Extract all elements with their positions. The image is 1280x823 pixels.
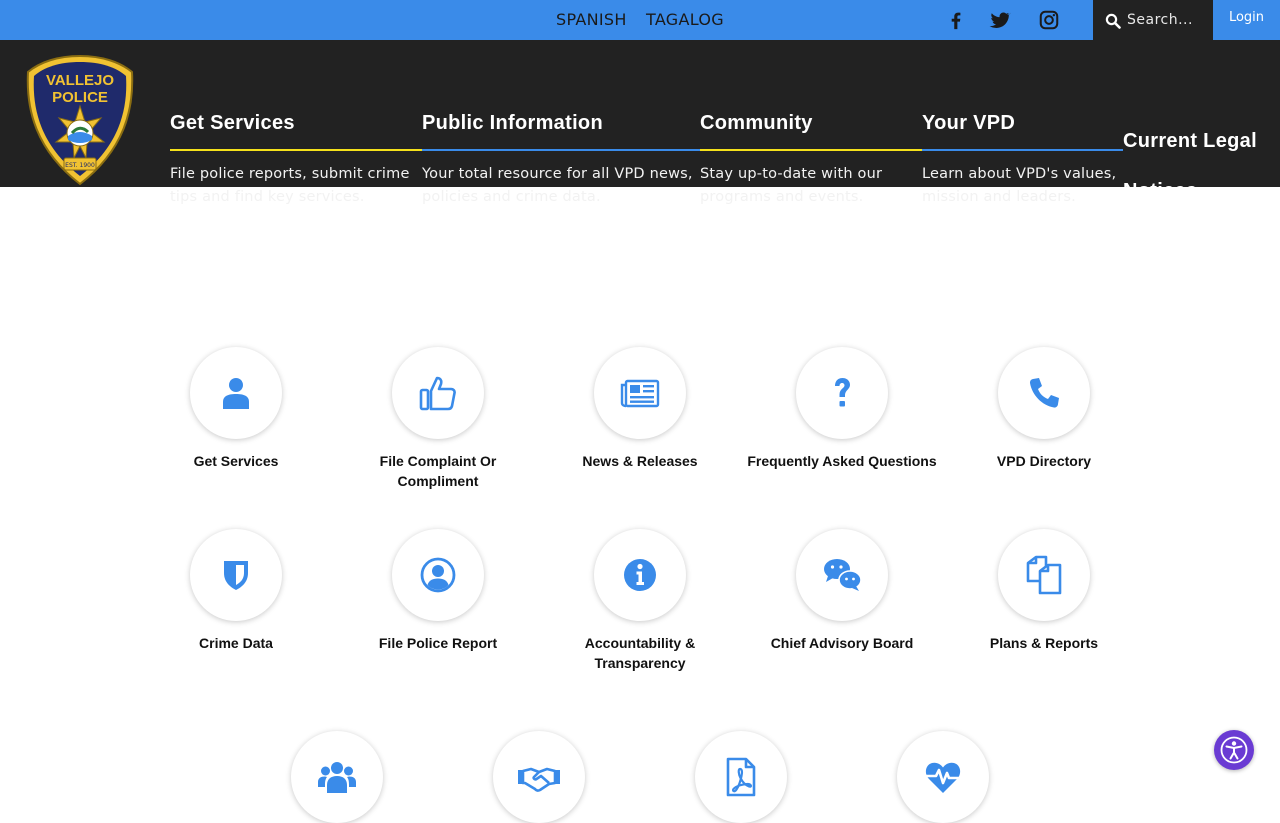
logo-text-top: VALLEJO: [46, 72, 114, 89]
tile-label[interactable]: Accountability & Transparency: [540, 633, 740, 673]
login-button[interactable]: Login: [1213, 0, 1280, 40]
tile-label[interactable]: Chief Advisory Board: [742, 633, 942, 653]
nav-item-description: Your total resource for all VPD news, po…: [422, 166, 693, 205]
tile-circle[interactable]: [695, 731, 787, 823]
tile-label[interactable]: VPD Directory: [944, 451, 1144, 471]
user-icon: [223, 378, 249, 409]
tile-circle[interactable]: [796, 529, 888, 621]
language-link-spanish[interactable]: SPANISH: [556, 10, 627, 29]
nav-item-underline: [700, 149, 922, 151]
documents-icon: [1026, 555, 1062, 595]
twitter-icon[interactable]: [989, 9, 1011, 31]
top-bar: SPANISH TAGALOG Login: [0, 0, 1280, 40]
tile-circle[interactable]: [594, 347, 686, 439]
heartbeat-icon: [923, 762, 963, 793]
pdf-icon: [726, 757, 756, 797]
tile-label[interactable]: File Complaint Or Compliment: [338, 451, 538, 491]
handshake-icon: [518, 767, 560, 792]
main-navigation: VALLEJO POLICE EST. 1900 Get Services Fi…: [0, 40, 1280, 205]
tile-label[interactable]: News & Releases: [540, 451, 740, 471]
instagram-icon[interactable]: [1038, 9, 1060, 31]
tile-label[interactable]: Frequently Asked Questions: [742, 451, 942, 471]
tile-circle[interactable]: [392, 347, 484, 439]
language-link-tagalog[interactable]: TAGALOG: [646, 10, 724, 29]
nav-item-description: Learn about VPD's values, mission and le…: [922, 166, 1117, 205]
tile-label[interactable]: Get Services: [136, 451, 336, 471]
nav-extra-line-2[interactable]: Notices: [1123, 166, 1257, 216]
nav-item-title[interactable]: Public Information: [422, 112, 700, 140]
nav-item-underline: [422, 149, 700, 151]
facebook-icon[interactable]: [945, 9, 967, 31]
tile-circle[interactable]: [998, 347, 1090, 439]
tile-circle[interactable]: [796, 347, 888, 439]
nav-item-description: Stay up-to-date with our programs and ev…: [700, 166, 883, 205]
tile-circle[interactable]: [998, 529, 1090, 621]
shield-icon: [224, 561, 248, 590]
user-circle-icon: [420, 557, 456, 593]
users-icon: [318, 762, 356, 793]
nav-item-title[interactable]: Your VPD: [922, 112, 1123, 140]
nav-item-public-information[interactable]: Public Information Your total resource f…: [422, 112, 700, 209]
vallejo-police-badge-logo[interactable]: VALLEJO POLICE EST. 1900: [24, 54, 136, 188]
accessibility-button[interactable]: [1214, 730, 1254, 770]
tile-label[interactable]: Plans & Reports: [944, 633, 1144, 653]
nav-item-get-services[interactable]: Get Services File police reports, submit…: [170, 112, 422, 209]
tile-circle[interactable]: [190, 347, 282, 439]
nav-item-description: File police reports, submit crime tips a…: [170, 166, 410, 205]
question-icon: [835, 378, 850, 407]
nav-item-underline: [922, 149, 1123, 151]
nav-item-current-legal-notices[interactable]: Current Legal Notices: [1123, 116, 1257, 216]
tile-label[interactable]: Crime Data: [136, 633, 336, 653]
nav-item-title[interactable]: Get Services: [170, 112, 422, 140]
tile-circle[interactable]: [594, 529, 686, 621]
tile-label[interactable]: File Police Report: [338, 633, 538, 653]
tile-circle[interactable]: [493, 731, 585, 823]
nav-item-your-vpd[interactable]: Your VPD Learn about VPD's values, missi…: [922, 112, 1123, 209]
logo-text-bottom: POLICE: [52, 89, 108, 106]
info-icon: [624, 559, 656, 591]
tile-circle[interactable]: [291, 731, 383, 823]
search-icon[interactable]: [1105, 13, 1121, 29]
nav-extra-line-1[interactable]: Current Legal: [1123, 116, 1257, 166]
newspaper-icon: [620, 379, 660, 408]
phone-icon: [1029, 378, 1059, 408]
nav-item-title[interactable]: Community: [700, 112, 922, 140]
thumbs-up-icon: [419, 376, 456, 411]
tile-circle[interactable]: [897, 731, 989, 823]
nav-item-community[interactable]: Community Stay up-to-date with our progr…: [700, 112, 922, 209]
search-box: [1093, 0, 1213, 40]
tile-circle[interactable]: [190, 529, 282, 621]
tile-circle[interactable]: [392, 529, 484, 621]
accessibility-icon: [1220, 736, 1248, 764]
logo-est-text: EST. 1900: [65, 162, 95, 169]
search-input[interactable]: [1127, 9, 1209, 31]
nav-item-underline: [170, 149, 422, 151]
chat-icon: [824, 559, 862, 591]
